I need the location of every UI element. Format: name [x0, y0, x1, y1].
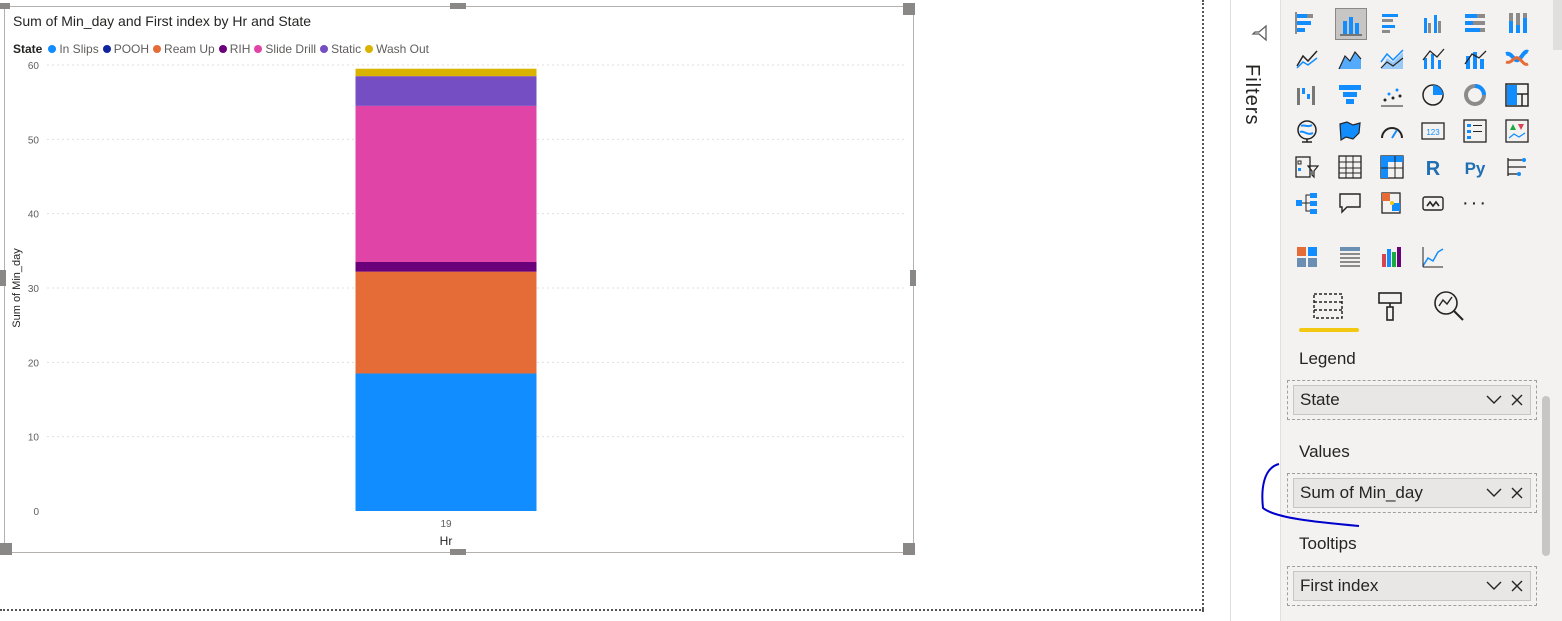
multi-row-card-icon[interactable] — [1460, 116, 1490, 146]
custom-visual-1-icon[interactable] — [1292, 242, 1322, 272]
x-tick-label: 19 — [440, 519, 452, 530]
donut-icon[interactable] — [1460, 80, 1490, 110]
kpi-icon[interactable] — [1502, 116, 1532, 146]
custom-visual-2-icon[interactable] — [1335, 242, 1365, 272]
legend-field-name: State — [1300, 390, 1340, 409]
canvas-border — [1202, 0, 1204, 612]
tooltips-well-label: Tooltips — [1299, 534, 1357, 553]
line-stacked-column-icon[interactable] — [1460, 44, 1490, 74]
map-icon[interactable] — [1292, 116, 1322, 146]
line-chart-icon[interactable] — [1292, 44, 1322, 74]
format-tab-icon — [1378, 292, 1402, 321]
legend-well[interactable]: State — [1287, 380, 1537, 420]
y-tick-label: 50 — [28, 135, 40, 146]
top-scrollbar[interactable] — [1553, 0, 1562, 50]
decomposition-tree-icon[interactable] — [1292, 188, 1322, 218]
stacked-column-visual[interactable]: Sum of Min_day and First index by Hr and… — [4, 6, 914, 553]
resize-handle-left[interactable] — [0, 270, 6, 286]
custom-visual-3-icon[interactable] — [1377, 242, 1407, 272]
chevron-down-icon[interactable] — [1484, 483, 1504, 503]
scatter-icon[interactable] — [1377, 80, 1407, 110]
filled-map-icon[interactable] — [1335, 116, 1365, 146]
close-icon[interactable] — [1507, 390, 1527, 410]
resize-handle-top-right[interactable] — [903, 3, 915, 15]
table-icon[interactable] — [1335, 152, 1365, 182]
resize-handle-bottom[interactable] — [450, 549, 466, 555]
gauge-icon[interactable] — [1377, 116, 1407, 146]
fields-tab-icon — [1313, 293, 1343, 319]
100-stacked-column-icon[interactable] — [1502, 8, 1532, 38]
slicer-icon[interactable] — [1292, 152, 1322, 182]
python-visual-icon[interactable]: Py — [1460, 152, 1490, 182]
line-clustered-column-icon[interactable] — [1418, 44, 1448, 74]
close-icon[interactable] — [1507, 576, 1527, 596]
svg-text:R: R — [1426, 158, 1441, 180]
y-tick-label: 40 — [28, 210, 40, 221]
bar-segment[interactable] — [355, 271, 537, 374]
analytics-tab-icon — [1434, 291, 1464, 321]
hand-drawn-annotation — [1261, 463, 1360, 527]
bar-segment[interactable] — [355, 261, 537, 272]
card-icon[interactable]: 123 — [1418, 116, 1448, 146]
qa-icon[interactable] — [1335, 188, 1365, 218]
resize-handle-top-left[interactable] — [0, 3, 10, 9]
close-icon[interactable] — [1507, 483, 1527, 503]
bar-segment[interactable] — [355, 76, 537, 106]
treemap-icon[interactable] — [1502, 80, 1532, 110]
area-chart-icon[interactable] — [1335, 44, 1365, 74]
y-tick-label: 30 — [28, 284, 40, 295]
pane-scrollbar[interactable] — [1542, 396, 1550, 556]
filters-label[interactable]: Filters — [1240, 64, 1263, 125]
stacked-area-icon[interactable] — [1377, 44, 1407, 74]
y-tick-label: 0 — [33, 507, 39, 518]
chart-plot: 0 10 20 30 40 50 60 Sum of Min_day 19 Hr — [11, 61, 905, 548]
waterfall-icon[interactable] — [1292, 80, 1322, 110]
custom-visual-4-icon[interactable] — [1418, 242, 1448, 272]
y-tick-label: 60 — [28, 61, 40, 72]
bar-segment[interactable] — [355, 105, 537, 262]
svg-text:123: 123 — [1426, 128, 1440, 137]
chevron-down-icon[interactable] — [1484, 576, 1504, 596]
funnel-icon[interactable] — [1335, 80, 1365, 110]
stacked-bar-icon[interactable] — [1292, 8, 1322, 38]
pie-icon[interactable] — [1418, 80, 1448, 110]
y-tick-label: 10 — [28, 433, 40, 444]
key-influencers-icon[interactable] — [1502, 152, 1532, 182]
100-stacked-bar-icon[interactable] — [1460, 8, 1490, 38]
bar-segment[interactable] — [355, 373, 537, 511]
ribbon-chart-icon[interactable] — [1502, 44, 1532, 74]
values-well-label: Values — [1299, 442, 1350, 461]
more-dots: ··· — [1462, 191, 1488, 214]
tooltips-field-pill[interactable]: First index — [1293, 571, 1531, 601]
legend-well-label: Legend — [1299, 349, 1356, 368]
analytics-tab[interactable] — [1431, 288, 1467, 324]
x-axis-label: Hr — [440, 534, 453, 548]
resize-handle-right[interactable] — [910, 270, 916, 286]
active-tab-indicator — [1299, 328, 1359, 332]
paginated-report-icon[interactable] — [1418, 188, 1448, 218]
resize-handle-bottom-left[interactable] — [0, 543, 12, 555]
clustered-bar-icon[interactable] — [1377, 8, 1407, 38]
bar-segment[interactable] — [355, 68, 537, 77]
stacked-column-icon[interactable] — [1335, 8, 1367, 40]
tooltips-field-name: First index — [1300, 576, 1379, 595]
chevron-down-icon[interactable] — [1484, 390, 1504, 410]
tooltips-well[interactable]: First index — [1287, 566, 1537, 606]
fields-tab[interactable] — [1310, 288, 1346, 324]
r-visual-icon[interactable]: R — [1418, 152, 1448, 182]
svg-text:Py: Py — [1465, 159, 1486, 178]
y-tick-label: 20 — [28, 358, 40, 369]
smart-narrative-icon[interactable] — [1377, 188, 1407, 218]
y-axis-label: Sum of Min_day — [11, 248, 23, 328]
clustered-column-icon[interactable] — [1418, 8, 1448, 38]
matrix-icon[interactable] — [1377, 152, 1407, 182]
resize-handle-bottom-right[interactable] — [903, 543, 915, 555]
format-tab[interactable] — [1372, 288, 1408, 324]
more-icon[interactable]: ··· — [1460, 188, 1490, 218]
filter-icon[interactable] — [1251, 24, 1269, 47]
canvas-border — [0, 609, 1204, 611]
legend-field-pill[interactable]: State — [1293, 385, 1531, 415]
resize-handle-top[interactable] — [450, 3, 466, 9]
